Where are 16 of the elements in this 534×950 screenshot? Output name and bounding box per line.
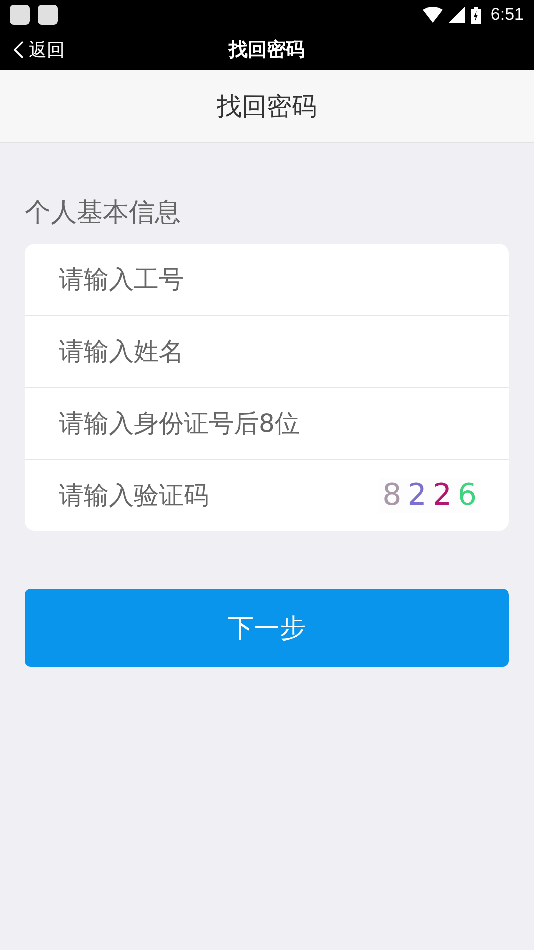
next-button[interactable]: 下一步	[25, 589, 509, 667]
notification-icon	[10, 5, 30, 25]
battery-icon	[470, 6, 481, 24]
page-title: 找回密码	[217, 90, 317, 122]
wifi-icon	[422, 7, 443, 23]
notification-icon	[38, 5, 58, 25]
signal-icon	[448, 7, 465, 23]
nav-title: 找回密码	[229, 38, 305, 63]
back-button[interactable]: 返回	[0, 38, 65, 62]
section-label: 个人基本信息	[25, 197, 182, 230]
input-field[interactable]: 请输入姓名	[57, 336, 481, 367]
chevron-left-icon	[14, 41, 24, 59]
input-field[interactable]: 请输入身份证号后8位	[57, 408, 481, 439]
input-field[interactable]: 请输入工号	[57, 264, 481, 295]
input-field[interactable]: 请输入验证码	[57, 480, 379, 511]
clock-time: 6:51	[490, 5, 524, 25]
